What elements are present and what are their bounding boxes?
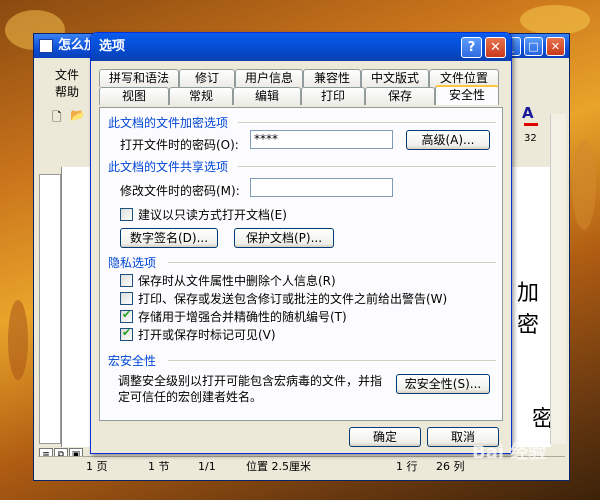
privacy-option-label: 打印、保存或发送包含修订或批注的文件之前给出警告(W): [138, 292, 448, 306]
encrypt-section-title: 此文档的文件加密选项: [108, 116, 229, 130]
maximize-button[interactable]: □: [524, 37, 543, 56]
macro-security-button[interactable]: 宏安全性(S)...: [396, 374, 490, 394]
privacy-option-checkbox[interactable]: [120, 274, 133, 287]
privacy-option-label: 存储用于增强合并精确性的随机编号(T): [138, 310, 347, 324]
tab-edit[interactable]: 编辑: [233, 87, 301, 105]
section-divider: [168, 360, 496, 361]
privacy-section-title: 隐私选项: [108, 256, 157, 270]
privacy-option-checkbox[interactable]: [120, 308, 133, 323]
digital-signature-button[interactable]: 数字签名(D)...: [120, 228, 218, 248]
help-button[interactable]: ?: [461, 37, 482, 58]
section-divider: [238, 166, 496, 167]
privacy-option-label: 保存时从文件属性中删除个人信息(R): [138, 274, 336, 288]
tab-security[interactable]: 安全性: [435, 85, 499, 105]
dialog-title-bar: 选项: [91, 33, 511, 61]
word-close-button[interactable]: ✕: [546, 37, 565, 56]
watermark: Bai 经验: [472, 442, 547, 463]
advanced-button[interactable]: 高级(A)...: [406, 130, 490, 150]
menu-file[interactable]: 文件: [55, 66, 79, 83]
word-app-icon: [39, 39, 53, 53]
macro-section-title: 宏安全性: [108, 354, 157, 368]
section-divider: [168, 262, 496, 263]
open-password-label: 打开文件时的密码(O):: [120, 138, 239, 152]
tab-save[interactable]: 保存: [365, 87, 435, 105]
section-divider: [238, 122, 496, 123]
status-line: 1 行: [396, 460, 418, 473]
privacy-option-checkbox[interactable]: [120, 292, 133, 305]
background-leaf: [572, 140, 596, 230]
tab-view[interactable]: 视图: [99, 87, 169, 105]
background-leaf: [8, 300, 28, 380]
tab-compatibility[interactable]: 兼容性: [303, 69, 361, 87]
share-section-title: 此文档的文件共享选项: [108, 160, 229, 174]
status-column: 26 列: [436, 460, 465, 473]
status-section: 1 节: [148, 460, 170, 473]
status-position: 位置 2.5厘米: [246, 460, 311, 473]
ruler-number: 32: [524, 133, 537, 144]
macro-description: 调整安全级别以打开可能包含宏病毒的文件，并指: [118, 374, 383, 388]
background-leaf: [520, 5, 590, 35]
macro-description: 定可信任的宏创建者姓名。: [118, 390, 263, 404]
close-button[interactable]: ✕: [485, 37, 506, 58]
tab-user-info[interactable]: 用户信息: [235, 69, 303, 87]
ok-button[interactable]: 确定: [349, 427, 421, 447]
open-password-input[interactable]: ****: [250, 130, 393, 149]
dialog-title: 选项: [99, 39, 126, 54]
readonly-checkbox[interactable]: [120, 208, 133, 221]
open-folder-icon[interactable]: 📂: [70, 108, 85, 122]
new-document-icon[interactable]: 🗋: [52, 108, 62, 129]
tab-chinese-typography[interactable]: 中文版式: [361, 69, 429, 87]
security-tab-panel: 此文档的文件加密选项 打开文件时的密码(O): **** 高级(A)... 此文…: [99, 107, 503, 421]
vertical-ruler: [39, 174, 61, 444]
menu-help[interactable]: 帮助: [55, 83, 79, 100]
modify-password-input[interactable]: [250, 178, 393, 197]
tab-print[interactable]: 打印: [301, 87, 365, 105]
status-page: 1 页: [86, 460, 108, 473]
modify-password-label: 修改文件时的密码(M):: [120, 184, 240, 198]
font-color-bar: [524, 123, 538, 126]
protect-document-button[interactable]: 保护文档(P)...: [234, 228, 334, 248]
tab-track-changes[interactable]: 修订: [179, 69, 235, 87]
font-color-icon[interactable]: A: [522, 104, 534, 122]
privacy-option-checkbox[interactable]: [120, 326, 133, 341]
privacy-option-label: 打开或保存时标记可见(V): [138, 328, 276, 342]
document-text-fragment: 加密: [517, 281, 540, 338]
tab-general[interactable]: 常规: [169, 87, 233, 105]
tab-spelling-grammar[interactable]: 拼写和语法: [99, 69, 179, 87]
status-pages: 1/1: [198, 460, 216, 473]
readonly-label: 建议以只读方式打开文档(E): [138, 208, 287, 222]
options-dialog: 选项 ? ✕ 拼写和语法 修订 用户信息 兼容性 中文版式 文件位置 视图 常规…: [90, 32, 512, 454]
vertical-scrollbar[interactable]: [550, 114, 566, 444]
